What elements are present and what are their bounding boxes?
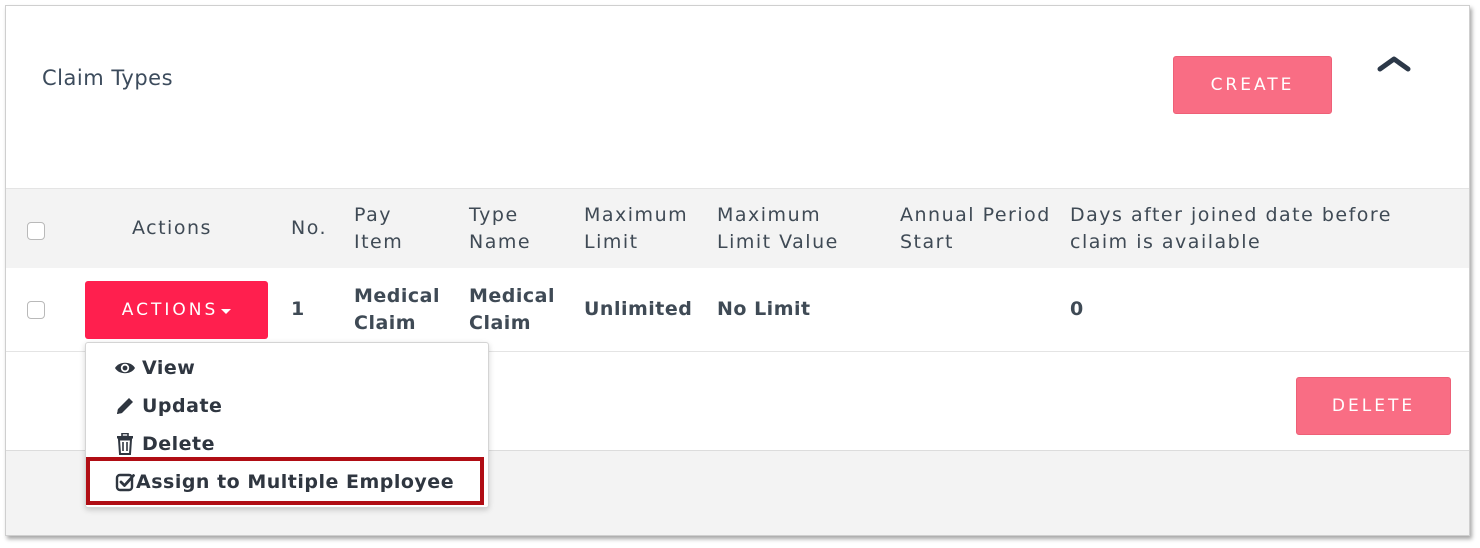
- column-header-no: No.: [291, 217, 328, 239]
- menu-item-assign-multiple-employee[interactable]: Assign to Multiple Employee: [114, 467, 454, 497]
- select-all-checkbox[interactable]: [27, 222, 45, 240]
- delete-button[interactable]: DELETE: [1296, 377, 1451, 435]
- column-header-annual-period-start: Annual Period Start: [900, 204, 1051, 253]
- actions-dropdown-menu: View Update Delete Assign to Multiple Em…: [85, 342, 489, 508]
- menu-item-update[interactable]: Update: [114, 391, 222, 421]
- column-header-maximum-limit: Maximum Limit: [584, 204, 689, 253]
- row-checkbox[interactable]: [27, 301, 45, 319]
- check-square-icon: [114, 471, 136, 493]
- cell-type-name: Medical Claim: [469, 285, 556, 334]
- chevron-up-icon[interactable]: [1376, 53, 1412, 73]
- column-header-actions: Actions: [132, 217, 212, 239]
- menu-item-label: Update: [142, 395, 223, 417]
- cell-days-after-joined: 0: [1070, 298, 1084, 320]
- page-title: Claim Types: [42, 66, 174, 90]
- menu-item-label: Assign to Multiple Employee: [136, 471, 455, 493]
- caret-down-icon: [221, 308, 232, 314]
- eye-icon: [114, 357, 136, 379]
- pencil-icon: [114, 395, 136, 417]
- cell-pay-item: Medical Claim: [354, 285, 441, 334]
- menu-item-label: View: [142, 357, 196, 379]
- menu-item-label: Delete: [142, 433, 216, 455]
- table-row: ACTIONS 1 Medical Claim Medical Claim Un…: [6, 268, 1469, 352]
- column-header-days-after-joined: Days after joined date before claim is a…: [1070, 204, 1392, 253]
- cell-maximum-limit: Unlimited: [584, 298, 693, 320]
- trash-icon: [114, 433, 136, 455]
- column-header-maximum-limit-value: Maximum Limit Value: [717, 204, 839, 253]
- menu-item-view[interactable]: View: [114, 353, 195, 383]
- column-header-pay-item: Pay Item: [354, 204, 404, 253]
- actions-button-label: ACTIONS: [121, 300, 219, 320]
- actions-dropdown-button[interactable]: ACTIONS: [85, 281, 268, 339]
- create-button[interactable]: CREATE: [1173, 56, 1332, 114]
- cell-no: 1: [291, 298, 305, 320]
- menu-item-delete[interactable]: Delete: [114, 429, 215, 459]
- table-header: Actions No. Pay Item Type Name Maximum L…: [6, 188, 1469, 268]
- column-header-type-name: Type Name: [469, 204, 532, 253]
- cell-maximum-limit-value: No Limit: [717, 298, 811, 320]
